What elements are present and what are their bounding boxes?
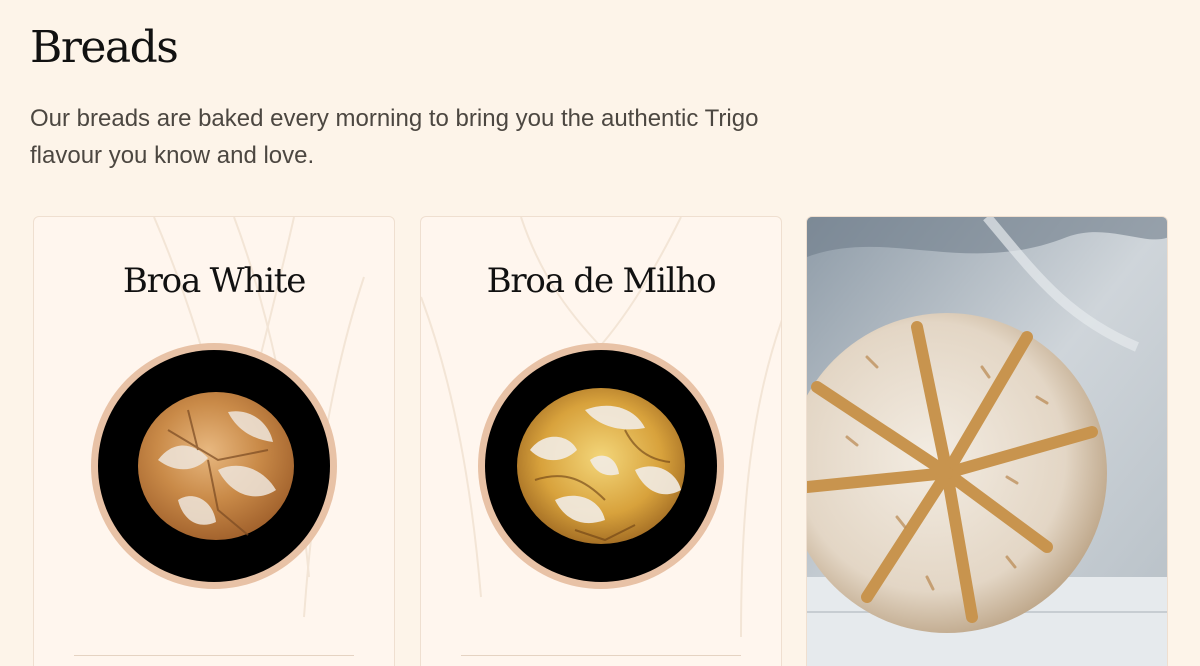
section-title: Breads	[30, 22, 179, 73]
product-card-photo[interactable]	[806, 216, 1168, 666]
product-card-broa-white[interactable]: Broa White	[33, 216, 395, 666]
card-title: Broa White	[122, 261, 306, 301]
bread-image-frame	[478, 343, 724, 589]
bread-image-frame	[91, 343, 337, 589]
sourdough-loaf-image	[807, 217, 1167, 666]
broa-white-image	[98, 350, 330, 582]
breads-section: Breads Our breads are baked every mornin…	[0, 0, 1200, 666]
card-divider	[461, 655, 741, 656]
broa-de-milho-image	[485, 350, 717, 582]
product-card-broa-de-milho[interactable]: Broa de Milho	[420, 216, 782, 666]
card-title: Broa de Milho	[486, 261, 717, 301]
card-divider	[74, 655, 354, 656]
section-intro: Our breads are baked every morning to br…	[30, 105, 759, 169]
